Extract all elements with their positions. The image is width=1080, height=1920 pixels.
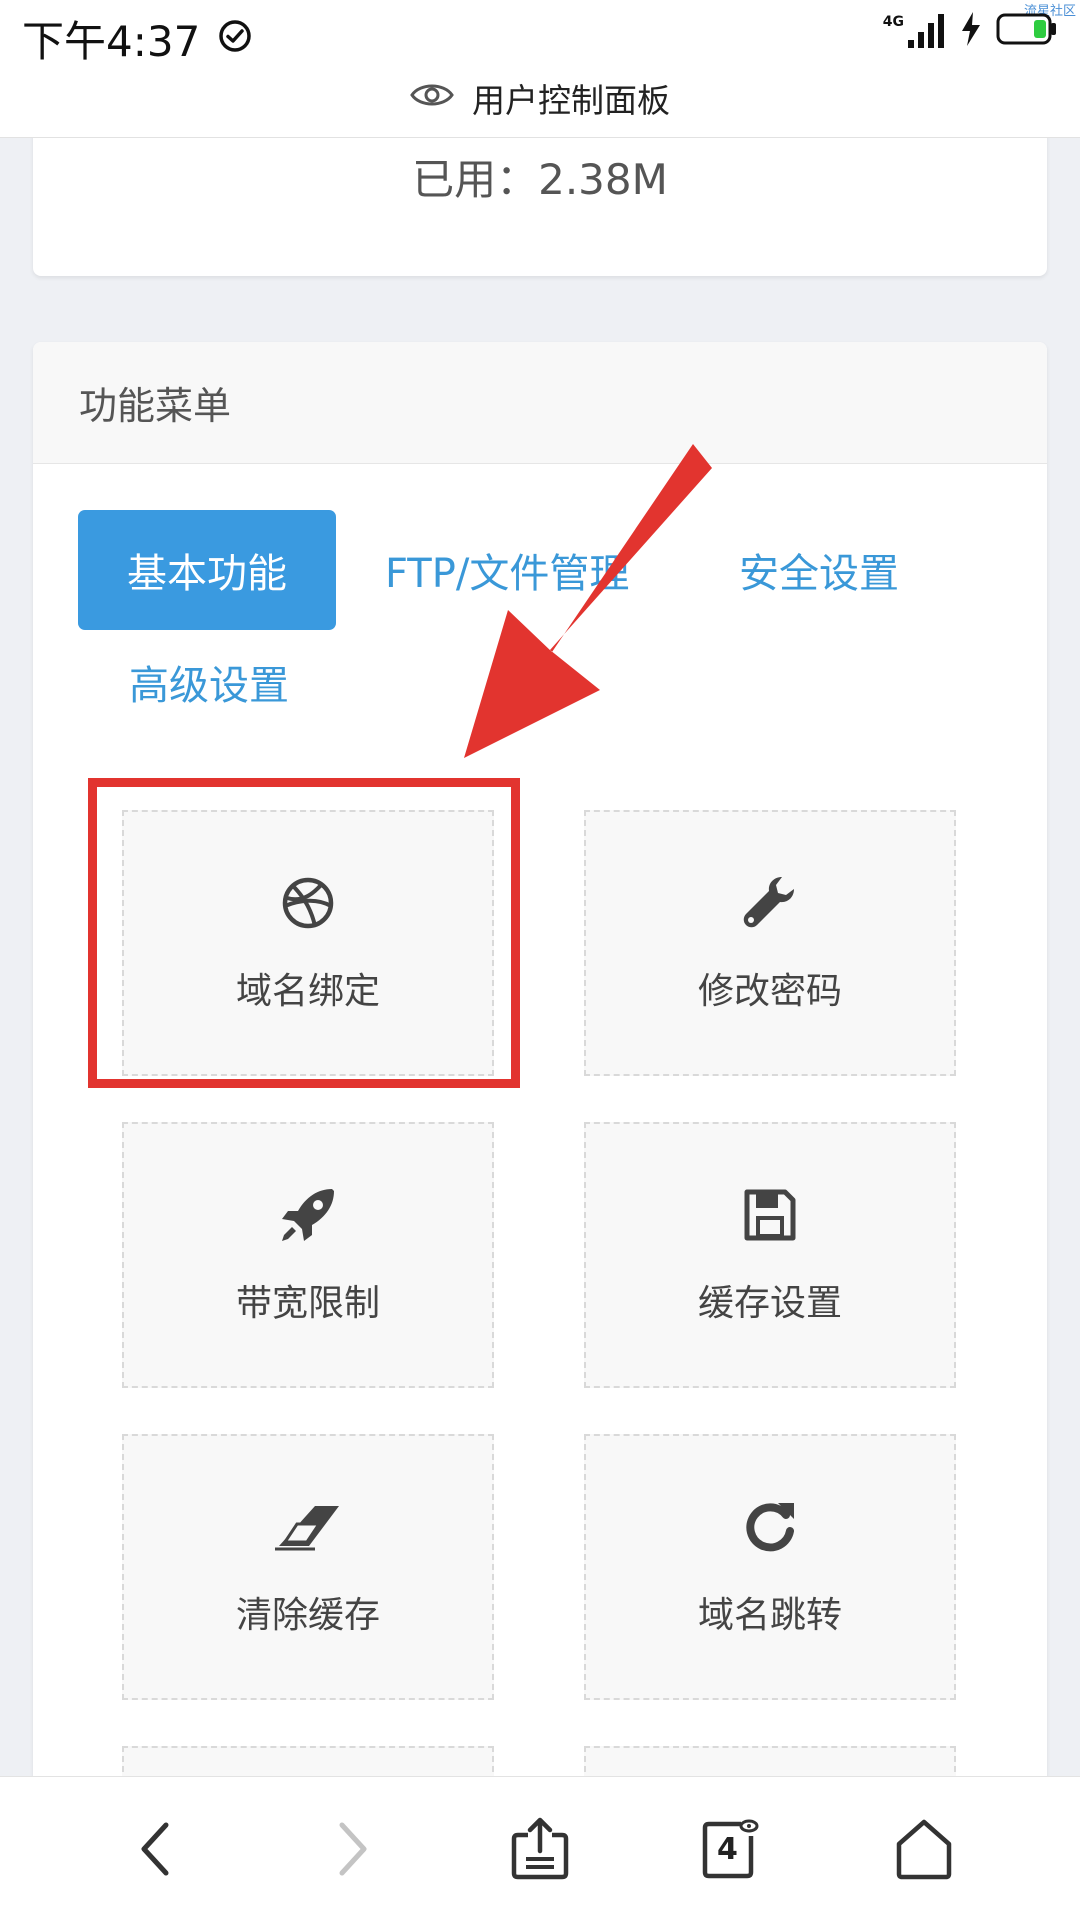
tile-label: 带宽限制: [235, 1283, 380, 1324]
browser-title-bar: 用户控制面板: [0, 70, 1080, 126]
bottom-nav: 4: [0, 1776, 1080, 1920]
eye-icon: [410, 79, 454, 118]
share-icon: [511, 1817, 569, 1880]
rocket-icon: [278, 1184, 338, 1246]
battery-icon: [996, 13, 1058, 49]
chevron-right-icon: [339, 1822, 367, 1876]
network-label: 4G: [882, 14, 904, 30]
usage-text: 已用：2.38M: [412, 155, 668, 204]
page-title: 用户控制面板: [472, 81, 670, 120]
eraser-icon: [275, 1496, 341, 1558]
home-icon: [896, 1819, 952, 1880]
status-time-group: 下午4:37: [22, 8, 252, 69]
tabs-button[interactable]: 4: [690, 1809, 770, 1889]
top-bar: 下午4:37 流星社区 4G 用户控制面板: [0, 0, 1080, 138]
tab-count: 4: [717, 1832, 738, 1867]
tab-basic-functions[interactable]: 基本功能: [78, 510, 336, 630]
back-button[interactable]: [116, 1809, 196, 1889]
refresh-icon: [742, 1496, 798, 1558]
status-time: 下午4:37: [22, 17, 201, 66]
tile-label: 修改密码: [697, 971, 842, 1012]
tile-domain-redirect[interactable]: 域名跳转: [584, 1434, 956, 1700]
floppy-disk-icon: [743, 1184, 797, 1246]
red-arrow-icon: [464, 444, 712, 758]
charging-icon: [960, 12, 982, 50]
tab-security-settings[interactable]: 安全设置: [739, 510, 899, 630]
tile-label: 清除缓存: [235, 1595, 380, 1636]
signal-icon: 4G: [883, 14, 946, 48]
highlight-box: [88, 778, 520, 1088]
tile-change-password[interactable]: 修改密码: [584, 810, 956, 1076]
tab-advanced-settings[interactable]: 高级设置: [129, 632, 289, 732]
tile-clear-cache[interactable]: 清除缓存: [122, 1434, 494, 1700]
tile-bandwidth-limit[interactable]: 带宽限制: [122, 1122, 494, 1388]
check-circle-icon: [218, 14, 252, 63]
wrench-icon: [740, 872, 800, 934]
forward-button[interactable]: [312, 1809, 392, 1889]
tabs-icon: 4: [699, 1818, 761, 1880]
status-right: 4G: [883, 12, 1058, 50]
tile-cache-settings[interactable]: 缓存设置: [584, 1122, 956, 1388]
tile-label: 域名跳转: [697, 1595, 842, 1636]
screen: 下午4:37 流星社区 4G 用户控制面板 已用：2.38M 功能菜单 基本功能…: [0, 0, 1080, 1920]
share-button[interactable]: [500, 1809, 580, 1889]
tile-label: 缓存设置: [697, 1283, 842, 1324]
chevron-left-icon: [141, 1822, 169, 1876]
home-button[interactable]: [884, 1809, 964, 1889]
